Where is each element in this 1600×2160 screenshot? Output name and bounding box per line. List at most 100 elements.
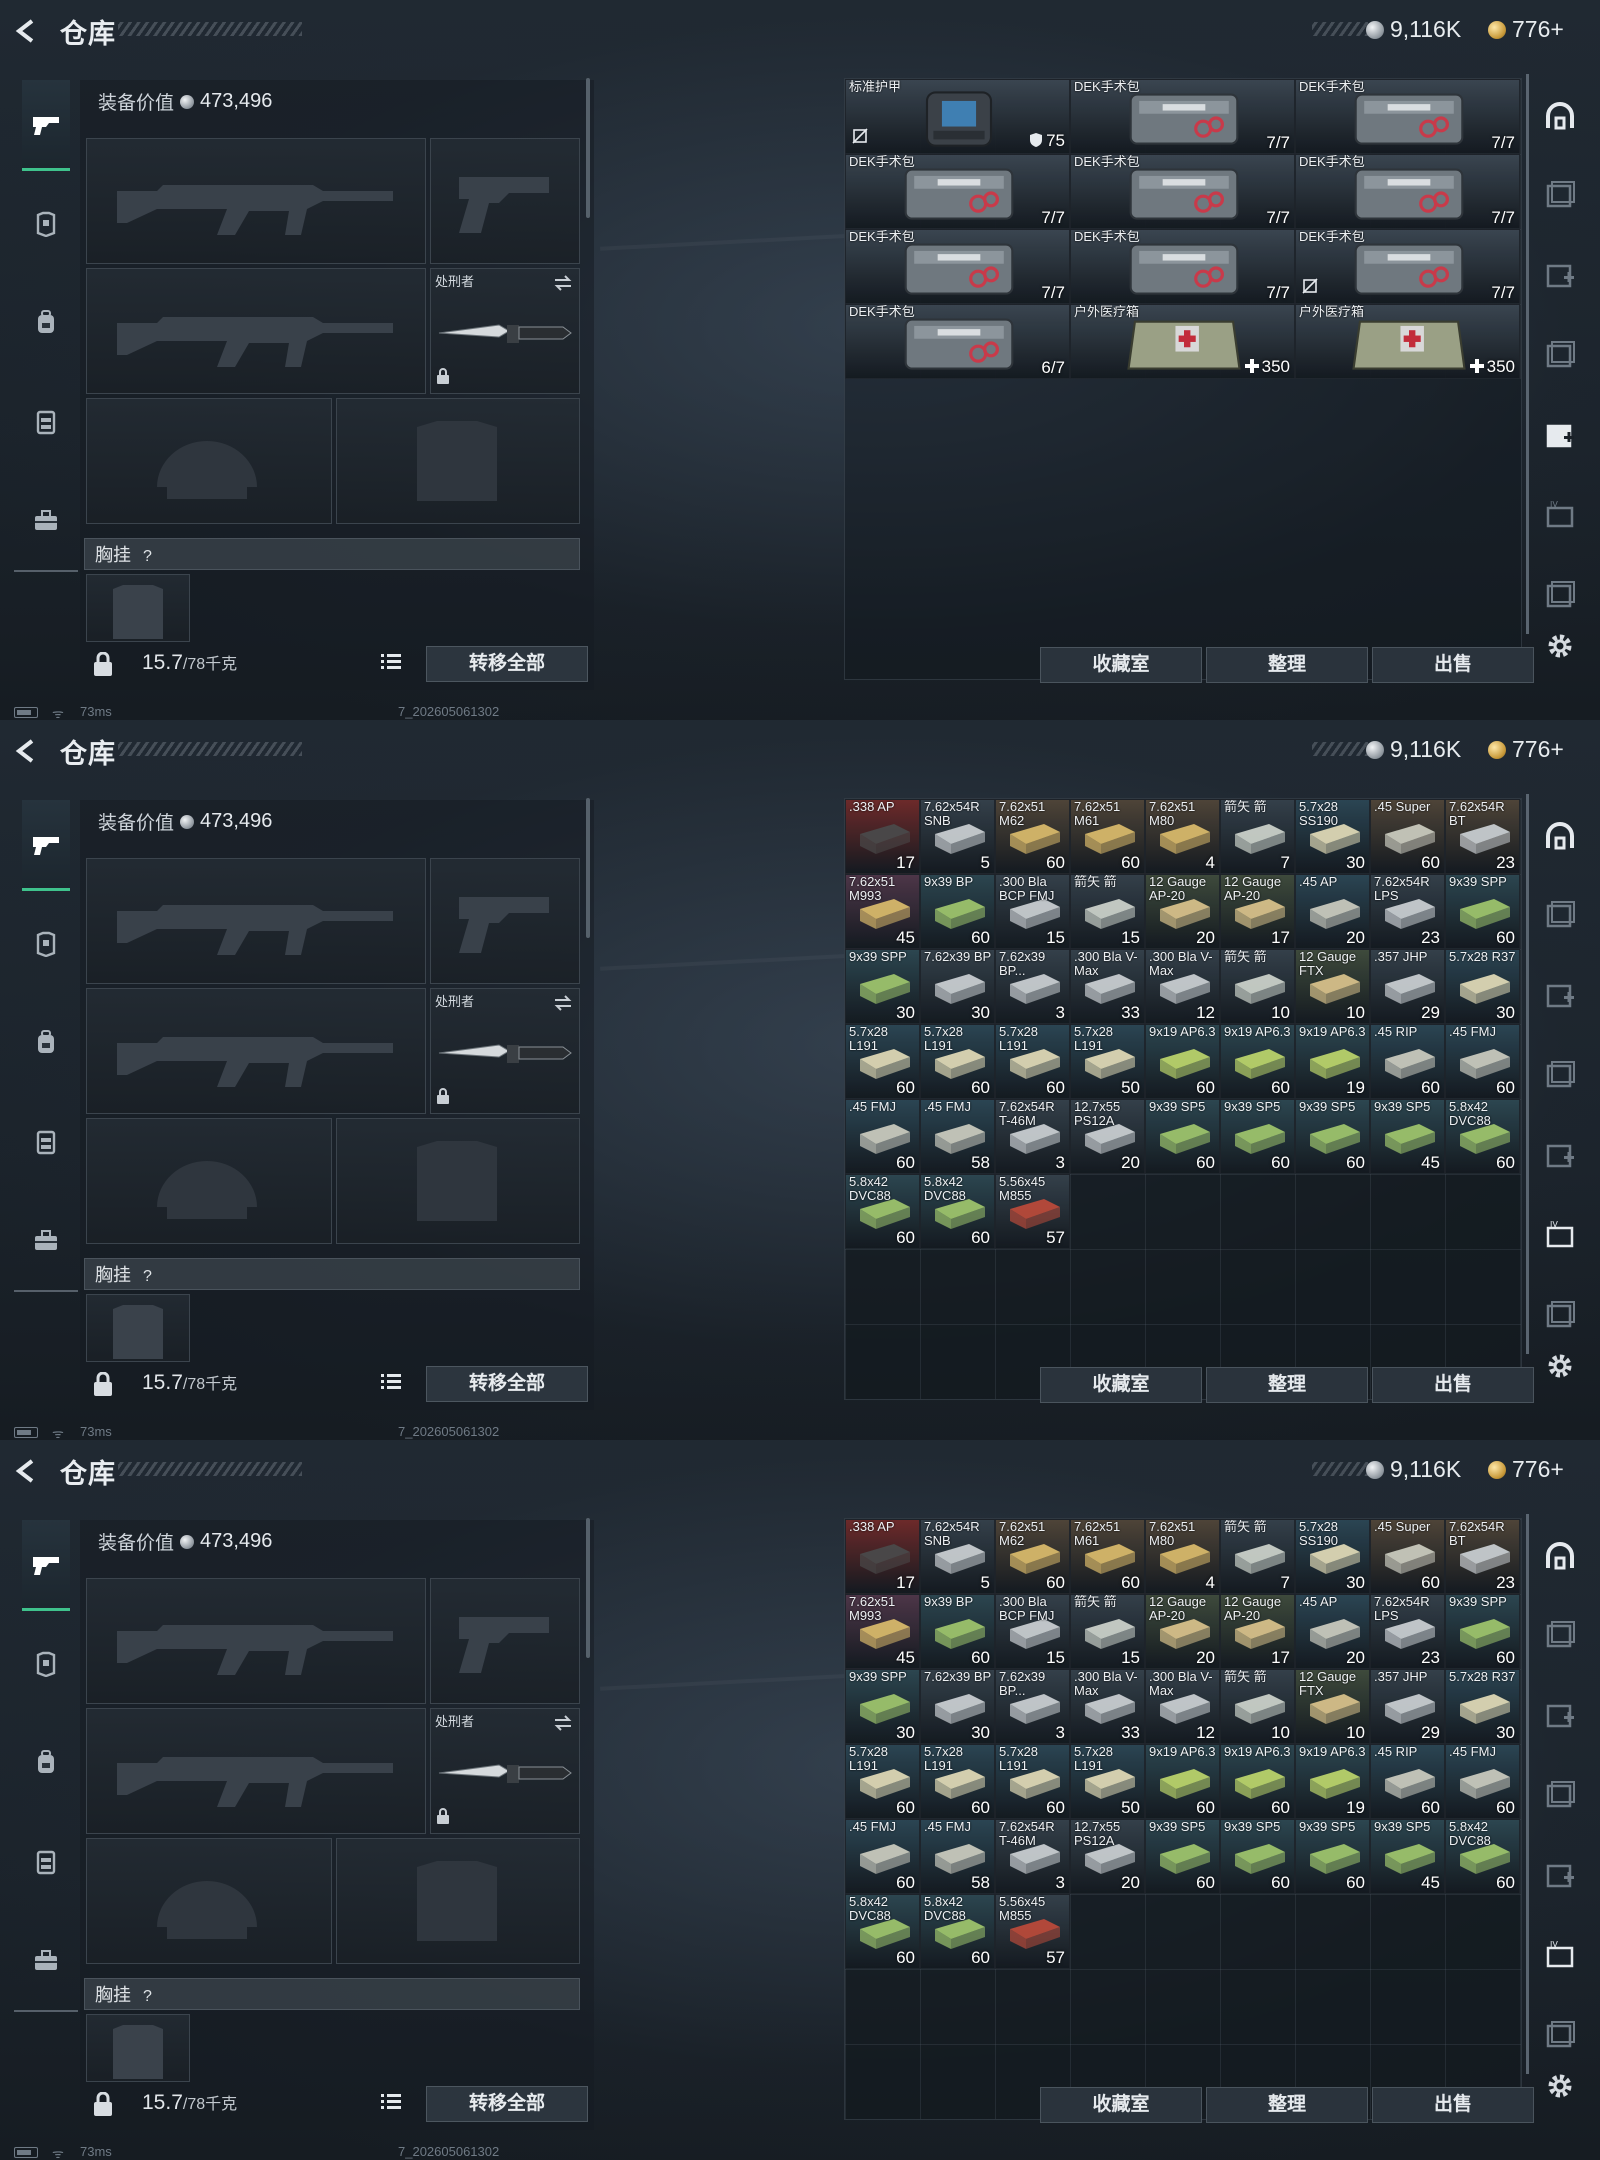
stash-item[interactable]: 9x39 SP5 45 [1370, 1819, 1445, 1894]
loadout-scrollbar[interactable] [586, 1518, 590, 1658]
stash-item[interactable]: 9x19 AP6.3 19 [1295, 1024, 1370, 1099]
stash-item[interactable]: 7.62x54R T-46M 3 [995, 1099, 1070, 1174]
nav-weapons[interactable] [22, 800, 70, 891]
stash-item[interactable]: .300 Bla V-Max 33 [1070, 1669, 1145, 1744]
sell-button[interactable]: 出售 [1372, 647, 1534, 683]
help-icon[interactable]: ? [143, 548, 152, 565]
nav-case[interactable] [22, 1916, 70, 2004]
nav-backpack[interactable] [22, 278, 70, 366]
stash-item[interactable]: 5.7x28 L191 60 [845, 1744, 920, 1819]
nav-armor[interactable] [22, 180, 70, 268]
stash-item[interactable]: 7.62x51 M993 45 [845, 1594, 920, 1669]
stash-item[interactable]: DEK手术包 7/7 [1070, 79, 1295, 154]
stash-item[interactable]: 9x39 SP5 60 [1220, 1819, 1295, 1894]
helmet-slot[interactable] [86, 1118, 332, 1244]
chest-rig-slot[interactable] [86, 1294, 190, 1362]
nav-rig[interactable] [22, 1098, 70, 1186]
stash-item[interactable]: .45 Super 60 [1370, 1519, 1445, 1594]
stash-item[interactable]: DEK手术包 7/7 [1070, 154, 1295, 229]
secondary-weapon-slot[interactable] [86, 1708, 426, 1834]
settings-button[interactable] [1538, 1344, 1582, 1388]
pistol-slot[interactable] [430, 1578, 580, 1704]
stash-item[interactable]: 9x19 AP6.3 60 [1145, 1744, 1220, 1819]
stash-item[interactable]: .300 Bla BCP FMJ 15 [995, 1594, 1070, 1669]
stash-item[interactable]: 7.62x51 M61 60 [1070, 799, 1145, 874]
stash-item[interactable]: 9x19 AP6.3 60 [1145, 1024, 1220, 1099]
stash-item[interactable]: 12.7x55 PS12A 20 [1070, 1819, 1145, 1894]
back-button[interactable] [14, 18, 36, 44]
nav-backpack[interactable] [22, 1718, 70, 1806]
stash-item[interactable]: 5.56x45 M855 57 [995, 1174, 1070, 1249]
stash-tab-4[interactable] [1538, 1774, 1582, 1818]
stash-tab-7[interactable] [1538, 2014, 1582, 2058]
stash-item[interactable]: 12 Gauge AP-20 17 [1220, 874, 1295, 949]
stash-item[interactable]: DEK手术包 6/7 [845, 304, 1070, 379]
chest-rig-slot[interactable] [86, 2014, 190, 2082]
stash-item[interactable]: 7.62x51 M80 4 [1145, 1519, 1220, 1594]
stash-item[interactable]: 5.7x28 L191 50 [1070, 1744, 1145, 1819]
stash-tab-3[interactable] [1538, 254, 1582, 298]
weight-lock[interactable] [92, 2091, 114, 2121]
stash-item[interactable]: 5.7x28 L191 60 [920, 1024, 995, 1099]
stash-item[interactable]: 9x39 SP5 60 [1145, 1099, 1220, 1174]
stash-item[interactable]: 7.62x54R BT 23 [1445, 799, 1520, 874]
stash-item[interactable]: 9x39 SP5 45 [1370, 1099, 1445, 1174]
transfer-all-button[interactable]: 转移全部 [426, 646, 588, 682]
stash-item[interactable]: 9x39 SP5 60 [1145, 1819, 1220, 1894]
collection-room-button[interactable]: 收藏室 [1040, 647, 1202, 683]
stash-tab-3[interactable] [1538, 1694, 1582, 1738]
stash-item[interactable]: 5.7x28 L191 50 [1070, 1024, 1145, 1099]
sell-button[interactable]: 出售 [1372, 2087, 1534, 2123]
stash-item[interactable]: DEK手术包 7/7 [845, 229, 1070, 304]
armor-slot[interactable] [336, 1838, 580, 1964]
stash-item[interactable]: .45 FMJ 60 [1445, 1744, 1520, 1819]
sell-button[interactable]: 出售 [1372, 1367, 1534, 1403]
stash-item[interactable]: .45 AP 20 [1295, 874, 1370, 949]
stash-item[interactable]: 箭矢 箭 7 [1220, 1519, 1295, 1594]
stash-tab-2[interactable] [1538, 174, 1582, 218]
stash-item[interactable]: DEK手术包 7/7 [1295, 79, 1520, 154]
chest-rig-slot[interactable] [86, 574, 190, 642]
swap-button[interactable] [553, 275, 573, 296]
chest-rig-header[interactable]: 胸挂? [84, 1258, 580, 1290]
stash-item[interactable]: .45 RIP 60 [1370, 1744, 1445, 1819]
stash-item[interactable]: 9x39 SPP 60 [1445, 874, 1520, 949]
list-view-button[interactable] [380, 2092, 402, 2112]
weight-lock[interactable] [92, 1371, 114, 1401]
stash-tab-4[interactable] [1538, 1054, 1582, 1098]
weight-lock[interactable] [92, 651, 114, 681]
stash-item[interactable]: DEK手术包 7/7 [1295, 154, 1520, 229]
stash-item[interactable]: 箭矢 箭 15 [1070, 1594, 1145, 1669]
stash-tab-6[interactable]: IV [1538, 1934, 1582, 1978]
list-view-button[interactable] [380, 652, 402, 672]
nav-case[interactable] [22, 476, 70, 564]
stash-item[interactable]: .300 Bla V-Max 12 [1145, 1669, 1220, 1744]
stash-item[interactable]: 7.62x51 M80 4 [1145, 799, 1220, 874]
stash-item[interactable]: .338 AP 17 [845, 1519, 920, 1594]
stash-item[interactable]: .300 Bla V-Max 12 [1145, 949, 1220, 1024]
secondary-weapon-slot[interactable] [86, 988, 426, 1114]
stash-item[interactable]: 箭矢 箭 10 [1220, 949, 1295, 1024]
armor-slot[interactable] [336, 1118, 580, 1244]
stash-item[interactable]: 12 Gauge FTX 10 [1295, 949, 1370, 1024]
stash-item[interactable]: 9x39 SP5 60 [1220, 1099, 1295, 1174]
stash-item[interactable]: .45 FMJ 58 [920, 1099, 995, 1174]
stash-item[interactable]: 9x19 AP6.3 19 [1295, 1744, 1370, 1819]
stash-item[interactable]: 箭矢 箭 7 [1220, 799, 1295, 874]
stash-item[interactable]: 9x39 BP 60 [920, 1594, 995, 1669]
collection-room-button[interactable]: 收藏室 [1040, 1367, 1202, 1403]
helmet-slot[interactable] [86, 398, 332, 524]
stash-item[interactable]: 12 Gauge AP-20 20 [1145, 1594, 1220, 1669]
stash-tab-scrollbar[interactable] [1526, 1514, 1529, 2074]
nav-case[interactable] [22, 1196, 70, 1284]
stash-item[interactable]: 5.8x42 DVC88 60 [1445, 1099, 1520, 1174]
stash-item[interactable]: 9x39 SP5 60 [1295, 1819, 1370, 1894]
stash-item[interactable]: 9x39 SP5 60 [1295, 1099, 1370, 1174]
stash-item[interactable]: 7.62x39 BP... 3 [995, 949, 1070, 1024]
stash-item[interactable]: 9x19 AP6.3 60 [1220, 1744, 1295, 1819]
collection-room-button[interactable]: 收藏室 [1040, 2087, 1202, 2123]
stash-item[interactable]: 7.62x54R BT 23 [1445, 1519, 1520, 1594]
stash-item[interactable]: 7.62x51 M62 60 [995, 799, 1070, 874]
stash-tab-scrollbar[interactable] [1526, 794, 1529, 1354]
melee-slot[interactable]: 处刑者 [430, 268, 580, 394]
